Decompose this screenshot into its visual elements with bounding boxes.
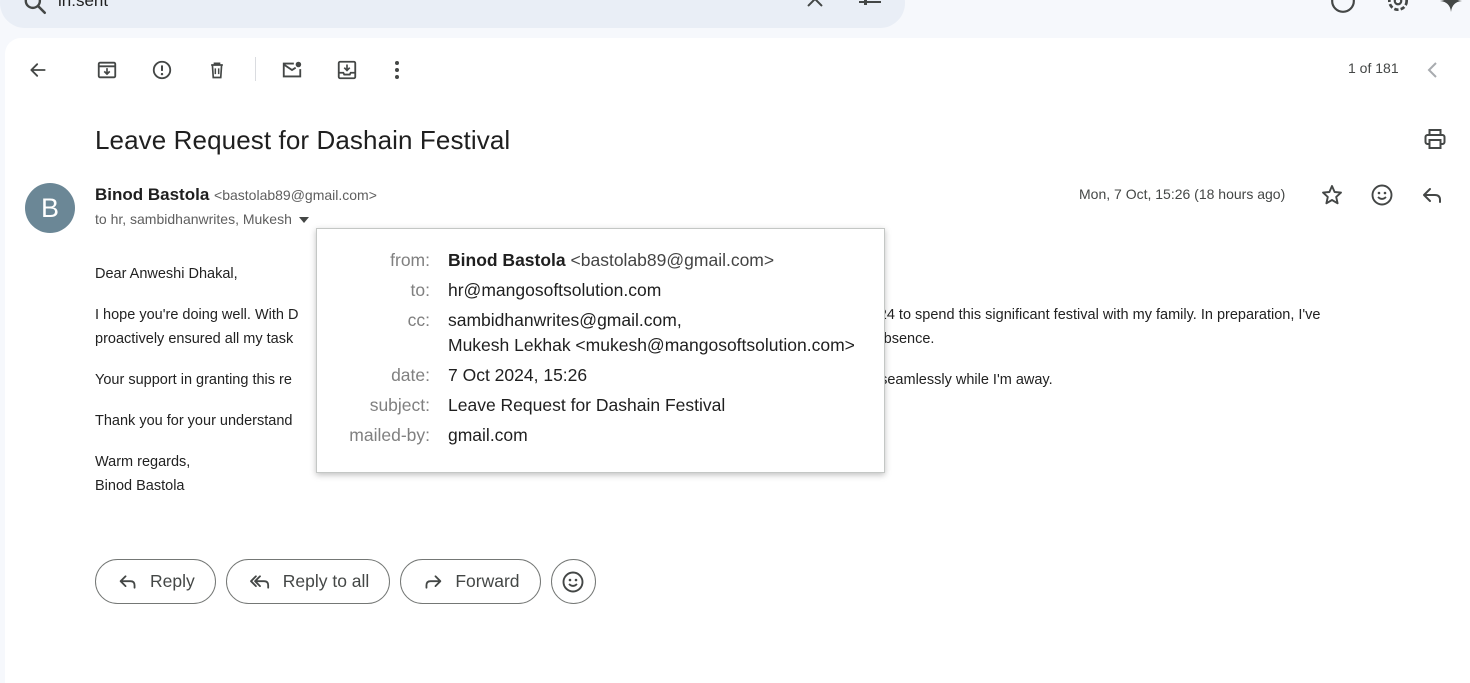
details-label: cc: <box>407 310 430 330</box>
clear-search-icon[interactable] <box>804 0 826 10</box>
forward-icon <box>425 574 442 589</box>
archive-icon <box>97 61 117 79</box>
arrow-back-icon <box>30 63 46 77</box>
avatar[interactable]: B <box>25 183 75 233</box>
details-to-value: hr@mangosoftsolution.com <box>448 280 662 300</box>
move-to-inbox-icon <box>337 60 357 80</box>
message-toolbar: 1 of 181 <box>5 38 1470 98</box>
reply-button[interactable]: Reply <box>95 559 216 604</box>
trash-icon <box>211 62 223 79</box>
top-bar: in:sent <box>0 0 1470 38</box>
details-subject-value: Leave Request for Dashain Festival <box>448 395 726 415</box>
details-from-name: Binod Bastola <box>448 250 566 270</box>
details-label: mailed-by: <box>349 425 430 445</box>
more-vert-icon <box>395 61 399 79</box>
reply-icon <box>119 574 136 589</box>
recipients-text: to hr, sambidhanwrites, Mukesh <box>95 211 292 227</box>
forward-button[interactable]: Forward <box>400 559 541 604</box>
body-text: proactively ensured all my task <box>95 331 294 347</box>
search-input[interactable]: in:sent <box>58 0 108 12</box>
search-icon[interactable] <box>22 0 48 16</box>
newer-button[interactable] <box>1415 52 1451 88</box>
reply-all-icon <box>249 574 269 589</box>
details-label: subject: <box>369 395 430 415</box>
body-text: ue seamlessly while I'm away. <box>859 372 1053 388</box>
gemini-sparkle-icon[interactable] <box>1440 0 1462 14</box>
sender-name[interactable]: Binod Bastola <box>95 185 209 204</box>
signature: Binod Bastola <box>95 478 185 494</box>
details-label: to: <box>410 280 430 300</box>
details-from-email: <bastolab89@gmail.com> <box>570 250 775 270</box>
chevron-left-icon <box>1427 62 1437 78</box>
mark-unread-button[interactable] <box>274 52 310 88</box>
report-spam-button[interactable] <box>144 52 180 88</box>
sender-email: <bastolab89@gmail.com> <box>214 187 377 203</box>
emoji-icon <box>562 571 584 592</box>
reply-all-button[interactable]: Reply to all <box>225 559 391 604</box>
emoji-reaction-button[interactable] <box>550 559 596 604</box>
settings-gear-icon[interactable] <box>1385 0 1411 14</box>
toolbar-divider <box>255 57 256 81</box>
email-date: Mon, 7 Oct, 15:26 (18 hours ago) <box>1079 186 1286 202</box>
details-date-value: 7 Oct 2024, 15:26 <box>448 365 588 385</box>
details-label: from: <box>390 250 430 270</box>
body-text: Your support in granting this re <box>95 372 292 388</box>
email-subject: Leave Request for Dashain Festival <box>95 125 511 155</box>
search-options-icon[interactable] <box>857 0 883 12</box>
message-details-popup: from: Binod Bastola <bastolab89@gmail.co… <box>316 228 885 473</box>
emoji-reaction-icon[interactable] <box>1370 183 1394 207</box>
recipients-summary: to hr, sambidhanwrites, Mukesh <box>95 211 310 227</box>
archive-button[interactable] <box>89 52 125 88</box>
pagination-count: 1 of 181 <box>1348 60 1399 76</box>
body-text: Thank you for your understand <box>95 413 293 429</box>
sender-info: Binod Bastola <bastolab89@gmail.com> <box>95 185 377 205</box>
help-icon[interactable] <box>1330 0 1356 14</box>
reply-all-label: Reply to all <box>282 571 370 591</box>
reply-icon[interactable] <box>1420 183 1444 207</box>
search-bar[interactable]: in:sent <box>0 0 905 28</box>
show-details-caret-icon[interactable] <box>298 216 310 224</box>
details-mailedby-value: gmail.com <box>448 425 528 445</box>
mark-unread-icon <box>282 61 302 78</box>
details-label: date: <box>391 365 430 385</box>
back-button[interactable] <box>20 52 56 88</box>
print-icon[interactable] <box>1423 127 1447 151</box>
report-spam-icon <box>152 60 172 80</box>
star-icon[interactable] <box>1320 183 1344 207</box>
forward-label: Forward <box>455 571 520 591</box>
reply-actions: Reply Reply to all Forward <box>95 559 596 604</box>
more-options-button[interactable] <box>379 52 415 88</box>
reply-label: Reply <box>150 571 195 591</box>
move-to-button[interactable] <box>329 52 365 88</box>
body-text: I hope you're doing well. With D <box>95 307 299 323</box>
details-cc-value-2: Mukesh Lekhak <mukesh@mangosoftsolution.… <box>448 335 855 355</box>
body-text: 81/06/24 to spend this significant festi… <box>838 307 1321 323</box>
details-cc-value-1: sambidhanwrites@gmail.com, <box>448 310 682 330</box>
delete-button[interactable] <box>199 52 235 88</box>
